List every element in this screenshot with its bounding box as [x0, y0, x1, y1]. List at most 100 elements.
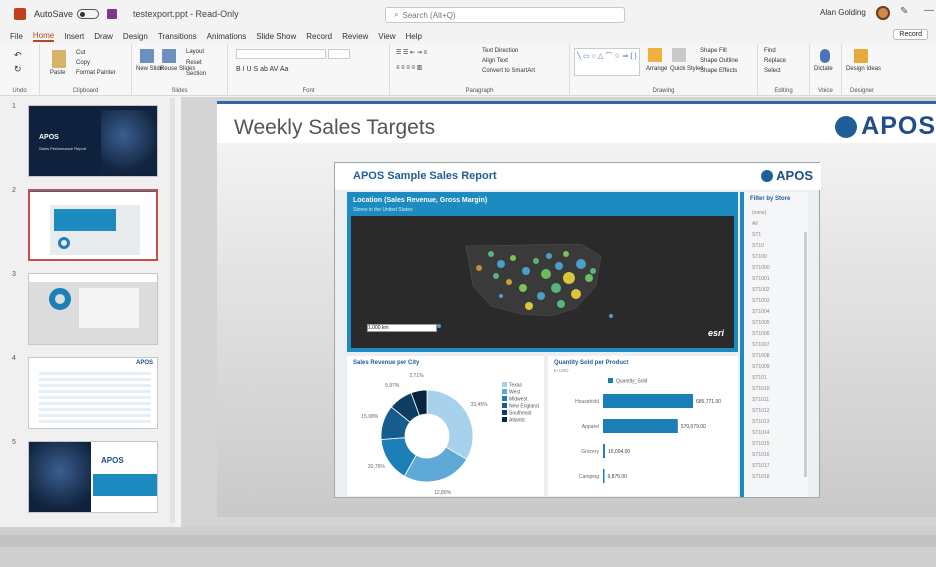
filter-item[interactable]: ST1003 — [752, 298, 770, 304]
map-title: Location (Sales Revenue, Gross Margin) — [353, 197, 488, 204]
bar-data-label: 15,004.00 — [608, 449, 630, 455]
tab-home[interactable]: Home — [32, 31, 55, 42]
section-button[interactable]: Section — [186, 71, 206, 77]
select-button[interactable]: Select — [764, 68, 781, 74]
slide-thumbnail-3[interactable] — [28, 273, 158, 345]
filter-item[interactable]: ST1006 — [752, 331, 770, 337]
format-painter-button[interactable]: Format Painter — [76, 70, 116, 76]
save-icon[interactable] — [107, 9, 118, 19]
record-button[interactable]: Record — [893, 29, 928, 40]
slide-title[interactable]: Weekly Sales Targets — [234, 116, 435, 140]
text-direction-button[interactable]: Text Direction — [482, 48, 518, 54]
pie-data-label: 2,71% — [409, 373, 424, 379]
autosave-toggle[interactable] — [77, 9, 100, 19]
tab-file[interactable]: File — [10, 32, 23, 41]
filter-item[interactable]: All — [752, 221, 758, 227]
filter-item[interactable]: ST1004 — [752, 309, 770, 315]
layout-button[interactable]: Layout — [186, 49, 204, 55]
filter-item[interactable]: ST1018 — [752, 474, 770, 480]
legend-swatch — [502, 382, 507, 387]
filter-item[interactable]: (none) — [752, 210, 766, 216]
dictate-button[interactable]: Dictate — [814, 66, 833, 72]
tab-design[interactable]: Design — [123, 32, 148, 41]
powerpoint-logo-icon — [14, 8, 26, 20]
filter-item[interactable]: ST1011 — [752, 397, 769, 403]
user-name[interactable]: Alan Golding — [820, 8, 866, 17]
map-subtitle: Stores in the United States — [353, 207, 413, 213]
microphone-icon[interactable] — [820, 49, 830, 63]
shape-effects-button[interactable]: Shape Effects — [700, 68, 737, 74]
arrange-button[interactable]: Arrange — [646, 66, 667, 72]
filter-item[interactable]: ST1 — [752, 232, 761, 238]
bar — [603, 469, 605, 483]
filter-item[interactable]: ST1017 — [752, 463, 770, 469]
new-slide-icon[interactable] — [140, 49, 154, 63]
smartart-button[interactable]: Convert to SmartArt — [482, 68, 535, 74]
tab-transitions[interactable]: Transitions — [158, 32, 197, 41]
tab-insert[interactable]: Insert — [64, 32, 84, 41]
filter-item[interactable]: ST1010 — [752, 386, 770, 392]
group-label-designer: Designer — [849, 88, 874, 94]
filter-item[interactable]: ST1012 — [752, 408, 770, 414]
thumbnail-scrollbar[interactable] — [170, 98, 175, 523]
filter-item[interactable]: ST100 — [752, 254, 767, 260]
minimize-icon[interactable]: — — [924, 5, 934, 16]
arrange-icon[interactable] — [648, 48, 662, 62]
align-buttons[interactable]: ≡ ≡ ≡ ≡ ▥ — [396, 64, 422, 71]
font-name-select[interactable] — [236, 49, 326, 59]
avatar[interactable] — [876, 6, 890, 20]
undo-icon[interactable]: ↶ — [14, 50, 22, 61]
design-ideas-icon[interactable] — [854, 49, 868, 63]
paste-icon[interactable] — [52, 50, 66, 68]
align-text-button[interactable]: Align Text — [482, 58, 508, 64]
replace-button[interactable]: Replace — [764, 58, 786, 64]
design-ideas-button[interactable]: Design Ideas — [846, 66, 881, 72]
filter-item[interactable]: ST10 — [752, 243, 764, 249]
filter-item[interactable]: ST1014 — [752, 430, 770, 436]
slide-thumbnail-5[interactable]: APOS — [28, 441, 158, 513]
tab-review[interactable]: Review — [342, 32, 368, 41]
quick-styles-icon[interactable] — [672, 48, 686, 62]
search-box[interactable]: ⌕ Search (Alt+Q) — [385, 7, 625, 23]
redo-icon[interactable]: ↻ — [14, 64, 22, 75]
slide-thumbnail-2[interactable] — [28, 189, 158, 261]
tab-view[interactable]: View — [378, 32, 395, 41]
font-size-select[interactable] — [328, 49, 350, 59]
tab-animations[interactable]: Animations — [207, 32, 247, 41]
filter-item[interactable]: ST1015 — [752, 441, 770, 447]
reuse-slides-icon[interactable] — [162, 49, 176, 63]
copy-button[interactable]: Copy — [76, 60, 90, 66]
quick-styles-button[interactable]: Quick Styles — [670, 66, 703, 72]
shape-fill-button[interactable]: Shape Fill — [700, 48, 727, 54]
shape-outline-button[interactable]: Shape Outline — [700, 58, 738, 64]
list-buttons[interactable]: ☰ ☰ ⇤ ⇥ ≡ — [396, 49, 427, 56]
filter-item[interactable]: ST1016 — [752, 452, 770, 458]
cut-button[interactable]: Cut — [76, 50, 85, 56]
filter-item[interactable]: ST1013 — [752, 419, 770, 425]
tab-help[interactable]: Help — [406, 32, 422, 41]
filter-item[interactable]: ST1009 — [752, 364, 770, 370]
reset-button[interactable]: Reset — [186, 60, 202, 66]
filter-item[interactable]: ST101 — [752, 375, 767, 381]
filter-item[interactable]: ST1007 — [752, 342, 770, 348]
paste-label[interactable]: Paste — [50, 70, 65, 76]
tab-record[interactable]: Record — [306, 32, 332, 41]
paragraph-group: ☰ ☰ ⇤ ⇥ ≡ ≡ ≡ ≡ ≡ ▥ Text Direction Align… — [390, 44, 570, 96]
slide-thumbnail-4[interactable]: APOS — [28, 357, 158, 429]
slide-thumbnail-1[interactable]: APOS Sales Performance Report — [28, 105, 158, 177]
filter-item[interactable]: ST1000 — [752, 265, 770, 271]
filter-item[interactable]: ST1002 — [752, 287, 770, 293]
tab-slide-show[interactable]: Slide Show — [256, 32, 296, 41]
font-format-buttons[interactable]: B I U S ab AV Aa — [236, 66, 288, 73]
filter-item[interactable]: ST1001 — [752, 276, 770, 282]
tab-draw[interactable]: Draw — [94, 32, 113, 41]
slide-thumbnails-panel: 1 APOS Sales Performance Report 2 3 4 AP… — [0, 97, 175, 527]
pen-icon[interactable]: ✎ — [900, 6, 908, 17]
report-image[interactable]: APOS Sample Sales Report APOS Location (… — [334, 162, 821, 498]
filter-item[interactable]: ST1005 — [752, 320, 770, 326]
filter-item[interactable]: ST1008 — [752, 353, 770, 359]
filter-scrollbar[interactable] — [804, 232, 807, 477]
find-button[interactable]: Find — [764, 48, 776, 54]
new-slide-button[interactable]: New Slide — [136, 66, 163, 72]
shapes-gallery[interactable]: ╲ ▭ ○ △ ⌒ ☆ ⇒ { } — [574, 48, 640, 76]
